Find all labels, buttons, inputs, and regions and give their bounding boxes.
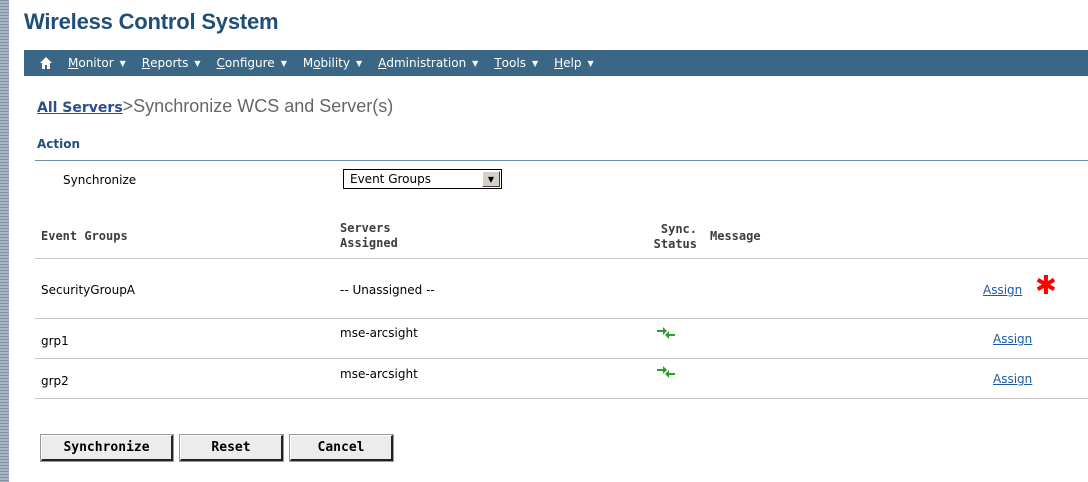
app-title: Wireless Control System — [24, 9, 279, 34]
reset-button[interactable]: Reset — [179, 434, 284, 462]
left-edge-stripe — [0, 0, 9, 482]
servers-assigned: mse-arcsight — [340, 326, 418, 340]
table-row: SecurityGroupA -- Unassigned -- Assign ✱ — [35, 259, 1088, 319]
event-group-name: SecurityGroupA — [41, 283, 136, 297]
assign-link[interactable]: Assign — [993, 372, 1032, 386]
menu-label-mnemonic: M — [68, 56, 79, 70]
column-header-event-groups: Event Groups — [41, 229, 128, 243]
event-group-name: grp1 — [41, 334, 69, 348]
breadcrumb-all-servers-link[interactable]: All Servers — [37, 100, 123, 116]
menu-label-mnemonic: H — [554, 56, 564, 70]
row-divider — [35, 398, 1088, 399]
column-header-line: Sync. — [660, 222, 697, 236]
table-row: grp2 mse-arcsight Assign — [35, 359, 1088, 399]
menu-label-mnemonic: C — [216, 56, 225, 70]
column-header-line: Servers — [340, 221, 391, 235]
menu-label-post: eports — [150, 56, 189, 70]
menu-label-mnemonic: R — [141, 56, 151, 70]
chevron-down-icon: ▼ — [531, 58, 539, 68]
menu-label-post: elp — [563, 56, 582, 70]
chevron-down-icon: ▼ — [355, 58, 363, 68]
menu-label-post: bility — [320, 56, 350, 70]
chevron-down-icon: ▼ — [119, 58, 126, 68]
menu-monitor[interactable]: Monitor ▼ — [68, 56, 126, 70]
menu-label-post: dministration — [386, 56, 467, 70]
required-star-icon: ✱ — [1035, 271, 1057, 301]
column-header-message: Message — [710, 229, 761, 243]
action-section-title: Action — [37, 137, 81, 151]
menu-label-post: onitor — [78, 56, 114, 70]
synchronize-type-select[interactable]: Event Groups ▼ — [343, 169, 502, 189]
sync-status-icon — [657, 327, 675, 339]
column-header-line: Status — [653, 237, 697, 251]
home-icon — [40, 57, 52, 69]
synchronize-button[interactable]: Synchronize — [40, 434, 174, 462]
assign-link[interactable]: Assign — [993, 332, 1032, 346]
chevron-down-icon: ▼ — [587, 58, 594, 68]
menu-configure[interactable]: Configure ▼ — [217, 56, 287, 70]
menu-label-post: onfigure — [224, 56, 275, 70]
assign-link[interactable]: Assign — [983, 283, 1022, 297]
chevron-down-icon: ▼ — [194, 58, 201, 68]
column-header-servers-assigned: Servers Assigned — [340, 221, 398, 251]
menu-label-pre: M — [302, 56, 314, 70]
chevron-down-icon: ▼ — [472, 58, 479, 68]
column-header-line: Assigned — [340, 236, 398, 250]
menu-label-post: ools — [501, 56, 526, 70]
sync-status-icon — [657, 366, 675, 378]
page-title: Synchronize WCS and Server(s) — [133, 96, 394, 116]
event-group-name: grp2 — [41, 374, 69, 388]
menu-tools[interactable]: Tools ▼ — [494, 56, 538, 70]
section-divider — [35, 160, 1088, 161]
menu-help[interactable]: Help ▼ — [554, 56, 594, 70]
servers-assigned: -- Unassigned -- — [340, 283, 435, 297]
chevron-down-icon: ▼ — [280, 58, 287, 68]
breadcrumb: All Servers > Synchronize WCS and Server… — [37, 96, 393, 117]
menu-mobility[interactable]: Mo bility ▼ — [303, 56, 362, 70]
menu-label-mnemonic: A — [378, 56, 387, 70]
dropdown-arrow-icon[interactable]: ▼ — [482, 171, 500, 187]
breadcrumb-separator: > — [122, 96, 134, 116]
menu-label-mnemonic: o — [313, 56, 321, 70]
select-value: Event Groups — [350, 172, 431, 186]
column-header-sync-status: Sync. Status — [640, 222, 697, 252]
menu-label-mnemonic: T — [494, 56, 502, 70]
servers-assigned: mse-arcsight — [340, 367, 418, 381]
cancel-button[interactable]: Cancel — [289, 434, 394, 462]
main-menubar: Monitor ▼ Reports ▼ Configure ▼ Mo bility ▼ A… — [24, 50, 1088, 76]
menu-administration[interactable]: Administration ▼ — [378, 56, 478, 70]
home-button[interactable] — [24, 50, 68, 76]
table-row: grp1 mse-arcsight Assign — [35, 319, 1088, 359]
menu-reports[interactable]: Reports ▼ — [142, 56, 201, 70]
synchronize-label: Synchronize — [63, 173, 137, 187]
